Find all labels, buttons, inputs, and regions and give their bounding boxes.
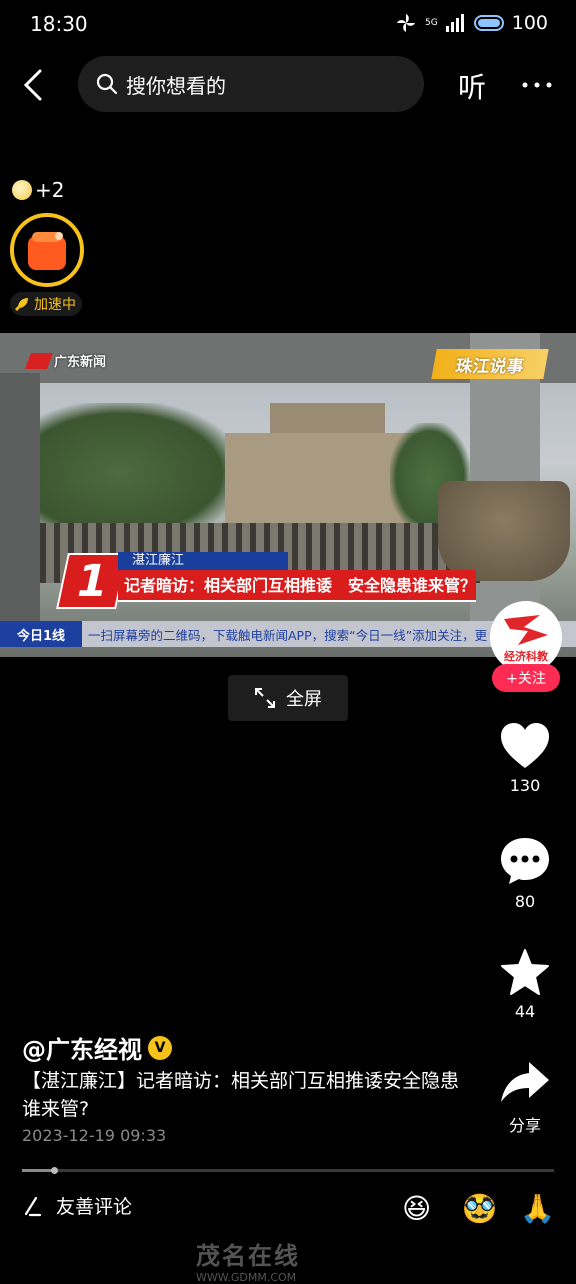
creator-logo-icon: 经济科教: [502, 615, 550, 663]
creator-avatar[interactable]: 经济科教: [490, 601, 562, 673]
heart-icon[interactable]: [499, 722, 551, 770]
ticker-text: 一扫屏幕旁的二维码，下载触电新闻APP，搜索“今日一线”添加关注，更: [88, 627, 488, 643]
signal-icon: [445, 14, 464, 32]
search-input[interactable]: 搜你想看的: [126, 70, 226, 99]
coin-count: +2: [35, 178, 65, 202]
more-options-icon[interactable]: [520, 70, 554, 100]
network-type: 5G: [425, 18, 438, 28]
comment-input[interactable]: 友善评论: [22, 1192, 132, 1219]
reward-timer-button[interactable]: [10, 213, 84, 287]
svg-text:经济科教: 经济科教: [504, 649, 549, 663]
progress-handle[interactable]: [50, 1167, 58, 1174]
pray-emoji-button[interactable]: 🙏: [520, 1192, 555, 1225]
fullscreen-button[interactable]: 全屏: [228, 675, 348, 721]
location-banner: 湛江廉江: [118, 552, 288, 570]
search-icon: [96, 73, 118, 95]
favorite-count: 44: [514, 1002, 536, 1021]
progress-fill: [22, 1169, 54, 1172]
verified-badge-icon: V: [148, 1035, 172, 1060]
share-label: 分享: [508, 1116, 541, 1135]
channel-badge: 珠江说事: [431, 349, 549, 379]
author-name[interactable]: @广东经视 V: [22, 1030, 172, 1065]
favorite-action[interactable]: 44: [485, 948, 565, 1021]
disguise-emoji-button[interactable]: 🥸: [462, 1192, 497, 1225]
speed-label: 加速中: [34, 297, 76, 313]
status-icons: 5G 100: [395, 12, 548, 34]
red-packet-icon: [28, 232, 66, 270]
ticker-logo: 今日1线: [0, 621, 82, 647]
post-date: 2023-12-19 09:33: [22, 1126, 167, 1145]
comment-action[interactable]: 80: [485, 836, 565, 911]
like-action[interactable]: 130: [485, 722, 565, 795]
search-bar[interactable]: 搜你想看的: [78, 56, 424, 112]
share-arrow-icon[interactable]: [499, 1058, 551, 1106]
pen-icon: [24, 1196, 42, 1216]
like-count: 130: [509, 776, 541, 795]
expand-icon: [255, 688, 275, 708]
video-progress-bar[interactable]: [22, 1167, 554, 1174]
back-arrow-icon[interactable]: [20, 68, 50, 102]
watermark-sub: WWW.GDMM.COM: [196, 1271, 297, 1284]
headline-banner: 记者暗访：相关部门互相推诿 安全隐患谁来管？: [118, 570, 476, 602]
video-player[interactable]: 广东新闻 珠江说事 1 湛江廉江 记者暗访：相关部门互相推诿 安全隐患谁来管？ …: [0, 333, 576, 657]
coin-icon: [12, 180, 32, 200]
coin-reward: +2: [12, 178, 64, 202]
fullscreen-label: 全屏: [286, 689, 322, 710]
battery-icon: [473, 15, 504, 31]
speed-badge: 加速中: [10, 292, 82, 316]
share-action[interactable]: 分享: [485, 1058, 565, 1136]
site-watermark: 茂名在线 WWW.GDMM.COM: [196, 1236, 392, 1284]
comment-count: 80: [514, 892, 536, 911]
comment-placeholder[interactable]: 友善评论: [56, 1192, 132, 1219]
star-icon[interactable]: [500, 948, 550, 996]
watermark-main: 茂名在线: [196, 1242, 300, 1270]
author-handle[interactable]: @广东经视: [22, 1030, 142, 1065]
listen-button[interactable]: 听: [458, 66, 486, 106]
comment-bubble-icon[interactable]: [499, 836, 551, 886]
battery-level: 100: [511, 12, 548, 34]
post-caption: 【湛江廉江】记者暗访：相关部门互相推诿安全隐患谁来管?: [22, 1070, 460, 1120]
pinwheel-icon: [397, 14, 416, 32]
laugh-emoji-button[interactable]: 😆: [402, 1192, 431, 1225]
broadcaster-logo: 广东新闻: [25, 351, 106, 370]
rocket-icon: [15, 298, 28, 311]
follow-button[interactable]: +关注: [492, 664, 560, 692]
status-time: 18:30: [30, 12, 88, 36]
